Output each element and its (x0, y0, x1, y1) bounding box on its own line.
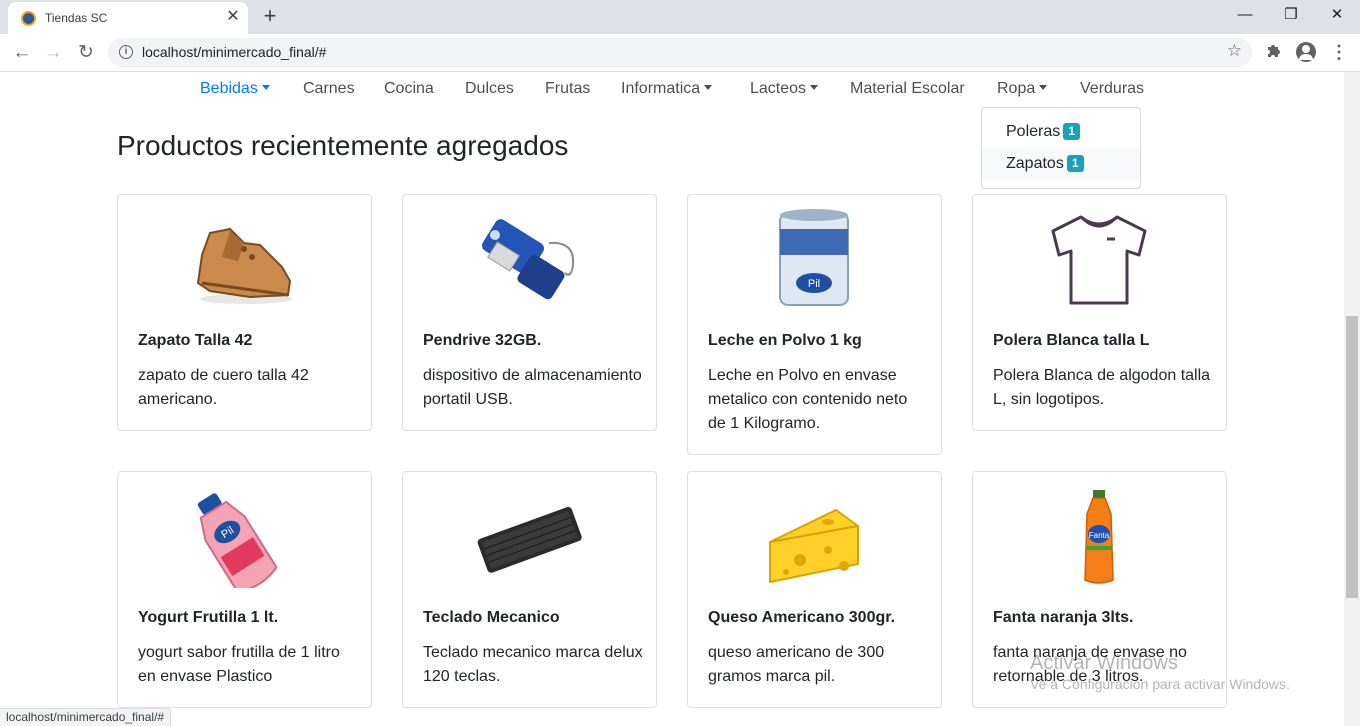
nav-material-escolar[interactable]: Material Escolar (850, 80, 965, 98)
restore-button[interactable]: ❐ (1268, 0, 1314, 30)
product-description: dispositivo de almacenamiento portatil U… (423, 367, 642, 408)
browser-toolbar: ← → ↻ i localhost/minimercado_final/# ☆ … (0, 34, 1360, 72)
url-text[interactable]: localhost/minimercado_final/# (142, 44, 326, 60)
product-name: Teclado Mecanico (423, 609, 560, 626)
activation-watermark-subtitle: Ve a Configuración para activar Windows. (1030, 676, 1290, 692)
activation-watermark-title: Activar Windows (1030, 652, 1178, 674)
product-card[interactable]: Pil Yogurt Frutilla 1 lt. yogurt sabor f… (117, 471, 372, 708)
shoe-icon (118, 203, 371, 311)
keyboard-icon (403, 480, 656, 588)
svg-text:Pil: Pil (808, 278, 820, 290)
nav-lacteos[interactable]: Lacteos (750, 80, 819, 98)
product-description: Polera Blanca de algodon talla L, sin lo… (993, 367, 1211, 408)
product-name: Pendrive 32GB. (423, 332, 542, 349)
site-info-icon[interactable]: i (119, 45, 133, 59)
page-viewport: Bebidas Carnes Cocina Dulces Frutas Info… (0, 72, 1344, 726)
minimize-button[interactable]: — (1222, 0, 1268, 30)
tshirt-icon (973, 203, 1226, 311)
svg-text:Fanta: Fanta (1089, 531, 1110, 540)
nav-dulces[interactable]: Dulces (465, 80, 514, 98)
product-card[interactable]: Teclado Mecanico Teclado mecanico marca … (402, 471, 657, 708)
link-status-bar: localhost/minimercado_final/# (0, 708, 172, 726)
close-window-button[interactable]: ✕ (1314, 0, 1360, 30)
nav-frutas[interactable]: Frutas (545, 80, 590, 98)
product-name: Zapato Talla 42 (138, 332, 253, 349)
tab-close-icon[interactable]: ✕ (224, 8, 242, 26)
product-description: yogurt sabor frutilla de 1 litro en enva… (138, 644, 340, 685)
dropdown-item-zapatos[interactable]: Zapatos 1 (982, 148, 1140, 180)
kebab-menu-icon[interactable]: ⋮ (1330, 42, 1348, 63)
ropa-dropdown-menu: Poleras 1 Zapatos 1 (981, 107, 1141, 189)
product-name: Polera Blanca talla L (993, 332, 1150, 349)
browser-tab[interactable]: Tiendas SC ✕ (8, 2, 248, 34)
product-name: Fanta naranja 3lts. (993, 609, 1134, 626)
nav-carnes[interactable]: Carnes (303, 80, 355, 98)
page-scrollbar[interactable] (1344, 72, 1360, 726)
product-card[interactable]: Pil Leche en Polvo 1 kg Leche en Polvo e… (687, 194, 942, 455)
cheese-icon (688, 480, 941, 588)
new-tab-button[interactable]: + (258, 5, 282, 29)
product-description: Teclado mecanico marca delux 120 teclas. (423, 644, 643, 685)
back-arrow-icon[interactable]: ← (9, 40, 35, 66)
soda-bottle-icon: Fanta (973, 480, 1226, 588)
product-card[interactable]: Polera Blanca talla L Polera Blanca de a… (972, 194, 1227, 431)
nav-verduras[interactable]: Verduras (1080, 80, 1144, 98)
nav-cocina[interactable]: Cocina (384, 80, 434, 98)
dropdown-item-poleras[interactable]: Poleras 1 (982, 116, 1140, 148)
product-card[interactable]: Zapato Talla 42 zapato de cuero talla 42… (117, 194, 372, 431)
scrollbar-thumb[interactable] (1346, 316, 1358, 598)
caret-down-icon (261, 85, 270, 90)
address-bar[interactable]: i localhost/minimercado_final/# ☆ (108, 38, 1252, 67)
caret-down-icon (1039, 85, 1048, 90)
nav-ropa[interactable]: Ropa (997, 80, 1048, 98)
product-name: Yogurt Frutilla 1 lt. (138, 609, 279, 626)
page-title: Productos recientemente agregados (117, 130, 569, 161)
caret-down-icon (704, 85, 713, 90)
product-name: Queso Americano 300gr. (708, 609, 896, 626)
extensions-puzzle-icon[interactable] (1265, 43, 1283, 61)
count-badge: 1 (1066, 155, 1084, 172)
tab-title: Tiendas SC (45, 11, 108, 25)
bookmark-star-icon[interactable]: ☆ (1227, 41, 1242, 61)
product-description: zapato de cuero talla 42 americano. (138, 367, 309, 408)
usb-drive-icon (403, 203, 656, 311)
product-card[interactable]: Pendrive 32GB. dispositivo de almacenami… (402, 194, 657, 431)
forward-arrow-icon[interactable]: → (40, 40, 66, 66)
milk-can-icon: Pil (688, 203, 941, 311)
count-badge: 1 (1063, 123, 1080, 140)
caret-down-icon (810, 85, 819, 90)
tab-strip: Tiendas SC ✕ + — ❐ ✕ (0, 0, 1360, 34)
product-description: queso americano de 300 gramos marca pil. (708, 644, 885, 685)
product-description: Leche en Polvo en envase metalico con co… (708, 367, 908, 432)
profile-avatar-icon[interactable] (1296, 42, 1316, 62)
yogurt-bottle-icon: Pil (118, 480, 371, 593)
nav-informatica[interactable]: Informatica (621, 80, 713, 98)
product-name: Leche en Polvo 1 kg (708, 332, 862, 349)
product-card[interactable]: Queso Americano 300gr. queso americano d… (687, 471, 942, 708)
favicon-icon (21, 11, 36, 26)
reload-icon[interactable]: ↻ (73, 40, 99, 66)
category-navbar: Bebidas Carnes Cocina Dulces Frutas Info… (0, 72, 1344, 106)
nav-bebidas[interactable]: Bebidas (200, 80, 270, 98)
